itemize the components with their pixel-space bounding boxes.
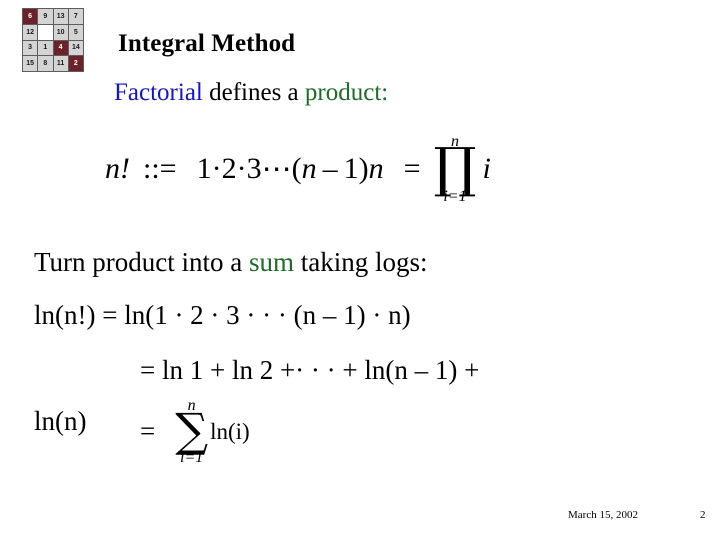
puzzle-tile-blank: [38, 24, 53, 40]
footer-page-number: 2: [700, 509, 706, 521]
eq-one: 1: [343, 152, 359, 186]
sum-operand: ln(i): [210, 418, 250, 444]
fifteen-puzzle-grid-icon: 6 9 13 7 12 10 5 3 1 4 14 15 8 11 2: [22, 8, 84, 72]
eq-trailing-n: n: [368, 152, 384, 186]
eq-equals: =: [403, 152, 421, 186]
eq-minus: –: [322, 152, 338, 186]
sum-equals: =: [140, 416, 156, 447]
puzzle-tile: 10: [53, 24, 68, 40]
eq-dot-2: ·: [236, 152, 247, 186]
puzzle-tile: 7: [68, 9, 83, 24]
product-symbol-icon: ∏: [433, 136, 477, 199]
summation-symbol-icon: ∑: [175, 403, 209, 457]
eq-term-1: 1: [196, 152, 212, 186]
puzzle-tile: 11: [53, 56, 68, 71]
equation-factorial-product: n! ::= 1 · 2 · 3 ⋯ (n –1) n = n ∏ i=1 i: [105, 134, 491, 205]
eq-dot-1: ·: [211, 152, 222, 186]
product-operator: n ∏ i=1: [434, 134, 477, 205]
eq-var-n: n: [105, 152, 120, 186]
puzzle-tile: 12: [23, 24, 38, 40]
slide-title: Integral Method: [118, 30, 296, 57]
subtitle-word-factorial: Factorial: [114, 79, 203, 106]
eq-factorial-bang: !: [120, 152, 130, 186]
body-text-word-sum: sum: [249, 247, 295, 277]
puzzle-tile: 8: [38, 56, 53, 71]
eq-open-paren: (: [291, 152, 302, 186]
puzzle-tile: 9: [38, 9, 53, 24]
body-text-turn-product: Turn product into a sum taking logs:: [34, 247, 428, 278]
eq-ellipsis: ⋯: [261, 152, 292, 186]
puzzle-tile: 15: [23, 56, 38, 71]
puzzle-tile: 13: [53, 9, 68, 24]
equation-log-line-2: = ln 1 + ln 2 +· · · + ln(n – 1) +: [140, 355, 480, 385]
subtitle-word-defines: defines a: [209, 79, 299, 106]
eq-term-3: 3: [246, 152, 262, 186]
subtitle-line: Factorial defines a product:: [114, 79, 388, 107]
equation-log-line-3-lhs: ln(n): [34, 406, 87, 436]
eq-term-2: 2: [221, 152, 237, 186]
puzzle-tile: 3: [23, 40, 38, 56]
product-lower-limit: i=1: [443, 187, 467, 205]
eq-close-paren: ): [358, 152, 369, 186]
summation-operator: n ∑ i=1: [175, 398, 208, 466]
eq-inner-var-n: n: [301, 152, 317, 186]
slide-canvas: 6 9 13 7 12 10 5 3 1 4 14 15 8 11 2 Inte…: [0, 0, 720, 540]
product-operand: i: [482, 152, 491, 186]
puzzle-tile: 14: [68, 40, 83, 56]
puzzle-tile: 4: [53, 40, 68, 56]
body-text-part-1: Turn product into a: [34, 247, 249, 277]
sum-lower-limit: i=1: [180, 448, 204, 466]
puzzle-tile: 2: [68, 56, 83, 71]
body-text-part-2: taking logs:: [294, 247, 428, 277]
equation-log-line-1: ln(n!) = ln(1 · 2 · 3 · · · (n – 1) · n): [34, 300, 411, 330]
puzzle-tile: 6: [23, 9, 38, 24]
equation-log-line-3-rhs: = n ∑ i=1 ln(i): [140, 398, 250, 466]
puzzle-tile: 5: [68, 24, 83, 40]
eq-assign-operator: ::=: [143, 152, 177, 186]
puzzle-tile: 1: [38, 40, 53, 56]
subtitle-word-product: product:: [304, 79, 389, 106]
footer-date: March 15, 2002: [568, 509, 638, 521]
